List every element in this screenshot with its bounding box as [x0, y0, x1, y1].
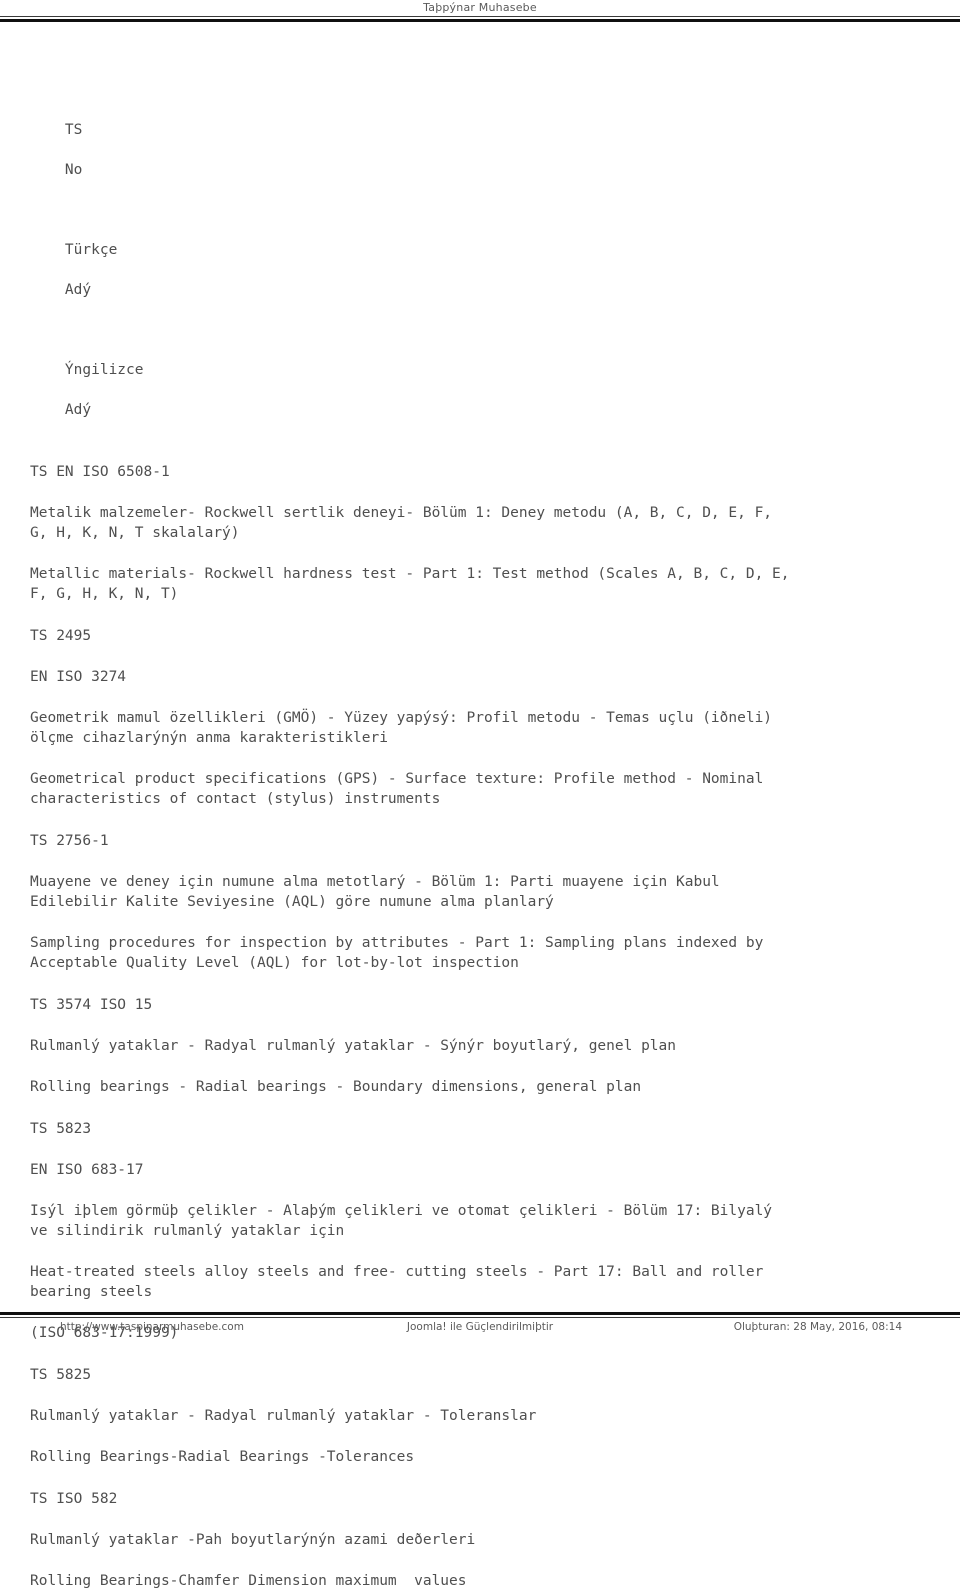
standard-title-turkish: Rulmanlý yataklar -Pah boyutlarýnýn azam…	[30, 1532, 476, 1548]
column-header-ts: TS No	[30, 100, 820, 200]
standard-title-turkish: Metalik malzemeler- Rockwell sertlik den…	[30, 505, 781, 541]
standard-code: TS ISO 582	[30, 1491, 118, 1507]
column-header-turkish-line1: Türkçe	[64, 242, 118, 258]
column-header-english: Ýngilizce Adý	[30, 340, 820, 440]
standard-title-english: Rolling Bearings-Radial Bearings -Tolera…	[30, 1449, 415, 1465]
standard-title-english: Sampling procedures for inspection by at…	[30, 935, 773, 971]
standard-code: TS 5825	[30, 1367, 92, 1383]
column-header-ts-line1: TS	[64, 122, 83, 138]
standard-title-english: Geometrical product specifications (GPS)…	[30, 771, 773, 807]
footer-rule-thin	[0, 1317, 960, 1318]
standard-code-secondary: EN ISO 3274	[30, 669, 127, 685]
standard-code: TS 2756-1	[30, 833, 109, 849]
standard-title-english: Rolling Bearings-Chamfer Dimension maxim…	[30, 1573, 467, 1589]
site-title: Taþpýnar Muhasebe	[423, 1, 537, 14]
standard-code: TS 5823	[30, 1121, 92, 1137]
standard-code-secondary: EN ISO 683-17	[30, 1162, 144, 1178]
header-rule-thin	[0, 16, 960, 17]
standard-entry: TS 2756-1 Muayene ve deney için numune a…	[30, 831, 820, 973]
standard-title-english: Heat-treated steels alloy steels and fre…	[30, 1264, 773, 1300]
standards-list: TS No Türkçe Adý Ýngilizce Adý TS EN ISO…	[30, 100, 820, 1591]
standard-title-turkish: Isýl iþlem görmüþ çelikler - Alaþým çeli…	[30, 1203, 781, 1239]
footer-row: http://www.taspinarmuhasebe.com Joomla! …	[0, 1321, 960, 1338]
footer-generated-timestamp: Oluþturan: 28 May, 2016, 08:14	[733, 1321, 902, 1333]
page-footer: http://www.taspinarmuhasebe.com Joomla! …	[0, 1312, 960, 1338]
standard-title-turkish: Muayene ve deney için numune alma metotl…	[30, 874, 729, 910]
column-header-ts-line2: No	[64, 162, 83, 178]
standard-entry: TS ISO 582 Rulmanlý yataklar -Pah boyutl…	[30, 1489, 820, 1591]
column-header-turkish-line2: Adý	[64, 282, 92, 298]
header-rule-thick	[0, 19, 960, 22]
standard-code: TS 3574 ISO 15	[30, 997, 153, 1013]
standard-entry: TS 3574 ISO 15 Rulmanlý yataklar - Radya…	[30, 995, 820, 1097]
standard-entry: TS 5823 EN ISO 683-17 Isýl iþlem görmüþ …	[30, 1119, 820, 1343]
column-header-turkish: Türkçe Adý	[30, 220, 820, 320]
standard-entry: TS 2495 EN ISO 3274 Geometrik mamul özel…	[30, 626, 820, 809]
standard-code: TS 2495	[30, 628, 92, 644]
standard-code: TS EN ISO 6508-1	[30, 464, 170, 480]
standard-entry: TS EN ISO 6508-1 Metalik malzemeler- Roc…	[30, 462, 820, 604]
standard-entry: TS 5825 Rulmanlý yataklar - Radyal rulma…	[30, 1365, 820, 1467]
page-header: Taþpýnar Muhasebe	[0, 0, 960, 22]
standard-title-turkish: Geometrik mamul özellikleri (GMÖ) - Yüze…	[30, 710, 781, 746]
standard-title-english: Rolling bearings - Radial bearings - Bou…	[30, 1079, 642, 1095]
column-header-english-line2: Adý	[64, 402, 92, 418]
column-header-english-line1: Ýngilizce	[64, 362, 144, 378]
standard-title-turkish: Rulmanlý yataklar - Radyal rulmanlý yata…	[30, 1408, 537, 1424]
footer-rule-thick	[0, 1312, 960, 1315]
standard-title-english: Metallic materials- Rockwell hardness te…	[30, 566, 799, 602]
standard-title-turkish: Rulmanlý yataklar - Radyal rulmanlý yata…	[30, 1038, 677, 1054]
